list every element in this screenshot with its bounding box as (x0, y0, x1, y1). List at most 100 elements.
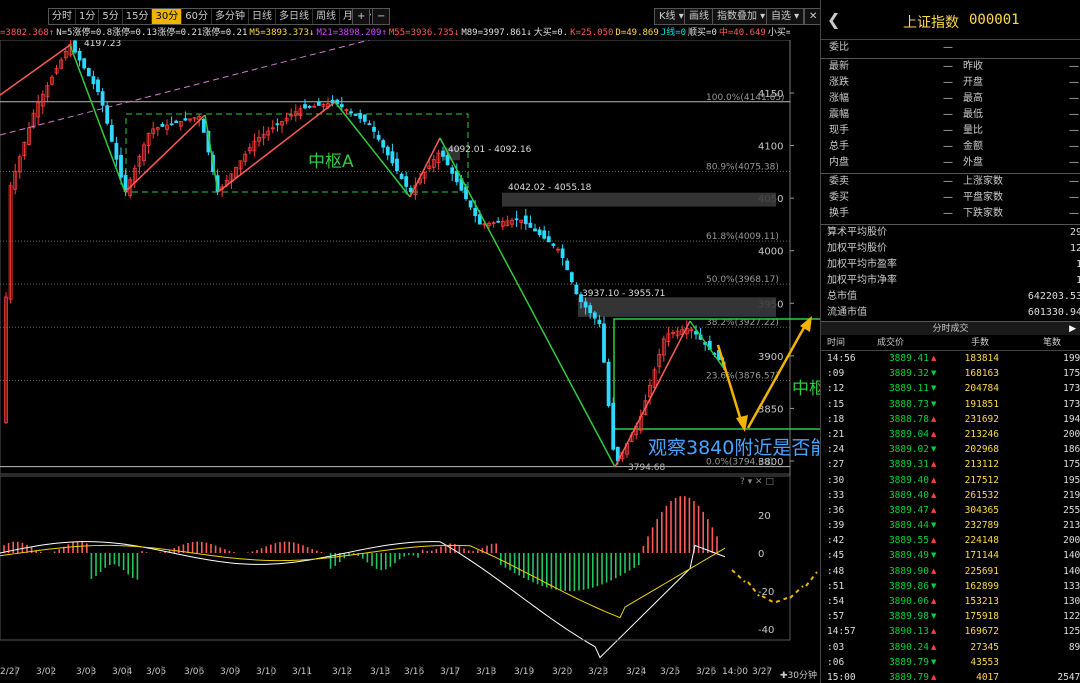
up-arrow-icon: ▲ (931, 429, 937, 438)
tick-row[interactable]: :09 3889.32▼ 168163 1751 (821, 366, 1080, 381)
candle-body (390, 151, 395, 164)
tick-row[interactable]: :21 3889.04▲ 213246 2005 (821, 427, 1080, 442)
stat-l: 委买 (829, 192, 849, 203)
tick-time: 14:57 (827, 626, 856, 638)
stat-r: 最高 (963, 93, 983, 104)
tick-row[interactable]: :15 3888.73▼ 191851 1733 (821, 397, 1080, 412)
fib-label: 23.6%(3876.57) (706, 371, 779, 381)
tick-row[interactable]: :54 3890.06▲ 153213 1305 (821, 594, 1080, 609)
tick-row[interactable]: :30 3889.40▲ 217512 1956 (821, 473, 1080, 488)
tick-price: 3889.32 (888, 368, 929, 380)
tick-row[interactable]: :03 3890.24▲ 27345 896 (821, 640, 1080, 655)
stat-row: 震幅 — 最低 — (821, 107, 1080, 123)
tick-count: 896 (1068, 641, 1080, 653)
period-tab[interactable]: 日线 (249, 9, 276, 24)
tick-count: 1228 (1063, 611, 1080, 623)
macd-panel-controls[interactable]: ? ▾ ✕ □ (740, 477, 774, 487)
x-tick-label: 3/12 (332, 667, 352, 677)
tick-time: :45 (827, 550, 845, 562)
candle-body (606, 361, 611, 407)
ticks-list[interactable]: 14:563889.41▲1838141995:093889.32▼168163… (821, 351, 1080, 683)
kline-chart[interactable]: 38003850390039504000405041004150100.0%(4… (0, 40, 820, 683)
tick-count: 1730 (1063, 383, 1080, 395)
stat-d1: — (943, 61, 953, 72)
index-overlay-dropdown[interactable]: 指数叠加 ▾ (712, 8, 771, 25)
tick-price: 3889.79 (888, 656, 929, 668)
period-tab[interactable]: 多分钟 (212, 9, 249, 24)
tick-row[interactable]: :33 3889.40▲ 261532 2196 (821, 488, 1080, 503)
bi-trend-line (0, 44, 71, 96)
tick-time: :27 (827, 459, 845, 471)
candle-body (514, 218, 519, 221)
quote-panel: ❮ 上证指数 000001 委比 — 最新 — 昨收 — 涨跌 — 开盘 — 涨幅 — 最高 — 震幅 — 最低… (820, 0, 1080, 683)
tick-volume: 27345 (970, 641, 999, 653)
zoom-in-button[interactable]: + (352, 8, 371, 25)
down-arrow-icon: ▼ (931, 612, 937, 621)
watchlist-dropdown[interactable]: 自选 ▾ (766, 8, 805, 25)
tick-price: 3890.24 (888, 641, 929, 653)
candle-body (574, 284, 579, 295)
market-value: 601330.94 (1027, 307, 1080, 318)
tick-row[interactable]: :51 3889.86▼ 162899 1339 (821, 579, 1080, 594)
expand-icon[interactable]: ▶ (1069, 322, 1076, 336)
fib-label: 80.9%(4075.38) (706, 162, 779, 172)
tick-row[interactable]: :24 3889.02▼ 202968 1866 (821, 442, 1080, 457)
back-icon[interactable]: ❮ (827, 10, 840, 29)
panel-header: ❮ 上证指数 000001 (821, 0, 1080, 40)
period-tab[interactable]: 多日线 (276, 9, 313, 24)
candle-body (560, 248, 565, 258)
candle-body (496, 220, 501, 223)
period-tab[interactable]: 15分 (123, 9, 153, 24)
candle-body (385, 146, 390, 156)
market-value: 642203.53 (1027, 291, 1080, 302)
tick-row[interactable]: :45 3889.49▼ 171144 1409 (821, 548, 1080, 563)
tick-count: 1956 (1063, 474, 1080, 486)
stat-r: 昨收 (963, 61, 983, 72)
tick-row[interactable]: :57 3889.98▼ 175918 1228 (821, 609, 1080, 624)
macd-forecast (775, 597, 788, 603)
market-value: 29 (1069, 227, 1080, 238)
period-tab[interactable]: 5分 (99, 9, 123, 24)
tick-row[interactable]: 15:00 3889.79▲ 4017 25474 (821, 670, 1080, 683)
tick-row[interactable]: :18 3888.78▲ 231692 1943 (821, 412, 1080, 427)
tick-row[interactable]: :27 3889.31▲ 213112 1758 (821, 457, 1080, 472)
stat-l: 最新 (829, 61, 849, 72)
candle-body (569, 272, 574, 283)
tick-row[interactable]: :48 3889.90▲ 225691 1402 (821, 564, 1080, 579)
tick-count: 2196 (1063, 489, 1080, 501)
tick-row[interactable]: :06 3889.79 ▼ 43553 (821, 655, 1080, 670)
tick-row[interactable]: 14:56 3889.41▲ 183814 1995 (821, 351, 1080, 366)
tick-volume: 224148 (964, 535, 999, 547)
up-arrow-icon: ▲ (931, 566, 937, 575)
period-tab[interactable]: 30分 (152, 9, 183, 24)
tick-row[interactable]: :36 3889.47▲ 304365 2557 (821, 503, 1080, 518)
candle-body (528, 222, 533, 228)
stat-l: 现手 (829, 125, 849, 136)
col-count: 笔数 (1043, 338, 1062, 348)
gap-zone (578, 297, 776, 317)
tick-volume: 4017 (976, 671, 999, 683)
tick-row[interactable]: :12 3889.11▼ 204784 1730 (821, 381, 1080, 396)
candle-body (597, 319, 602, 324)
tick-row[interactable]: 14:57 3890.13▲ 169672 1256 (821, 624, 1080, 639)
tick-volume: 162899 (964, 580, 999, 592)
tick-row[interactable]: :42 3889.55▲ 224148 2000 (821, 533, 1080, 548)
candle-body (353, 113, 358, 116)
indicator-value: 顺买=0 (688, 28, 717, 38)
stat-l: 委比 (829, 42, 849, 53)
zoom-out-button[interactable]: − (372, 8, 391, 25)
tick-count: 2005 (1063, 428, 1080, 440)
candle-body (588, 305, 593, 314)
period-tab[interactable]: 分时 (49, 9, 76, 24)
candle-body (372, 126, 376, 132)
tick-price: 3889.40 (888, 489, 929, 501)
tick-price: 3888.78 (888, 413, 929, 425)
draw-line-button[interactable]: 画线 (684, 8, 714, 25)
tick-volume: 232789 (964, 520, 999, 532)
period-tab[interactable]: 1分 (76, 9, 100, 24)
tick-count: 2000 (1063, 535, 1080, 547)
period-tab[interactable]: 周线 (313, 9, 340, 24)
period-tab[interactable]: 60分 (182, 9, 212, 24)
tick-row[interactable]: :39 3889.44▼ 232789 2134 (821, 518, 1080, 533)
stat-r: 量比 (963, 125, 983, 136)
